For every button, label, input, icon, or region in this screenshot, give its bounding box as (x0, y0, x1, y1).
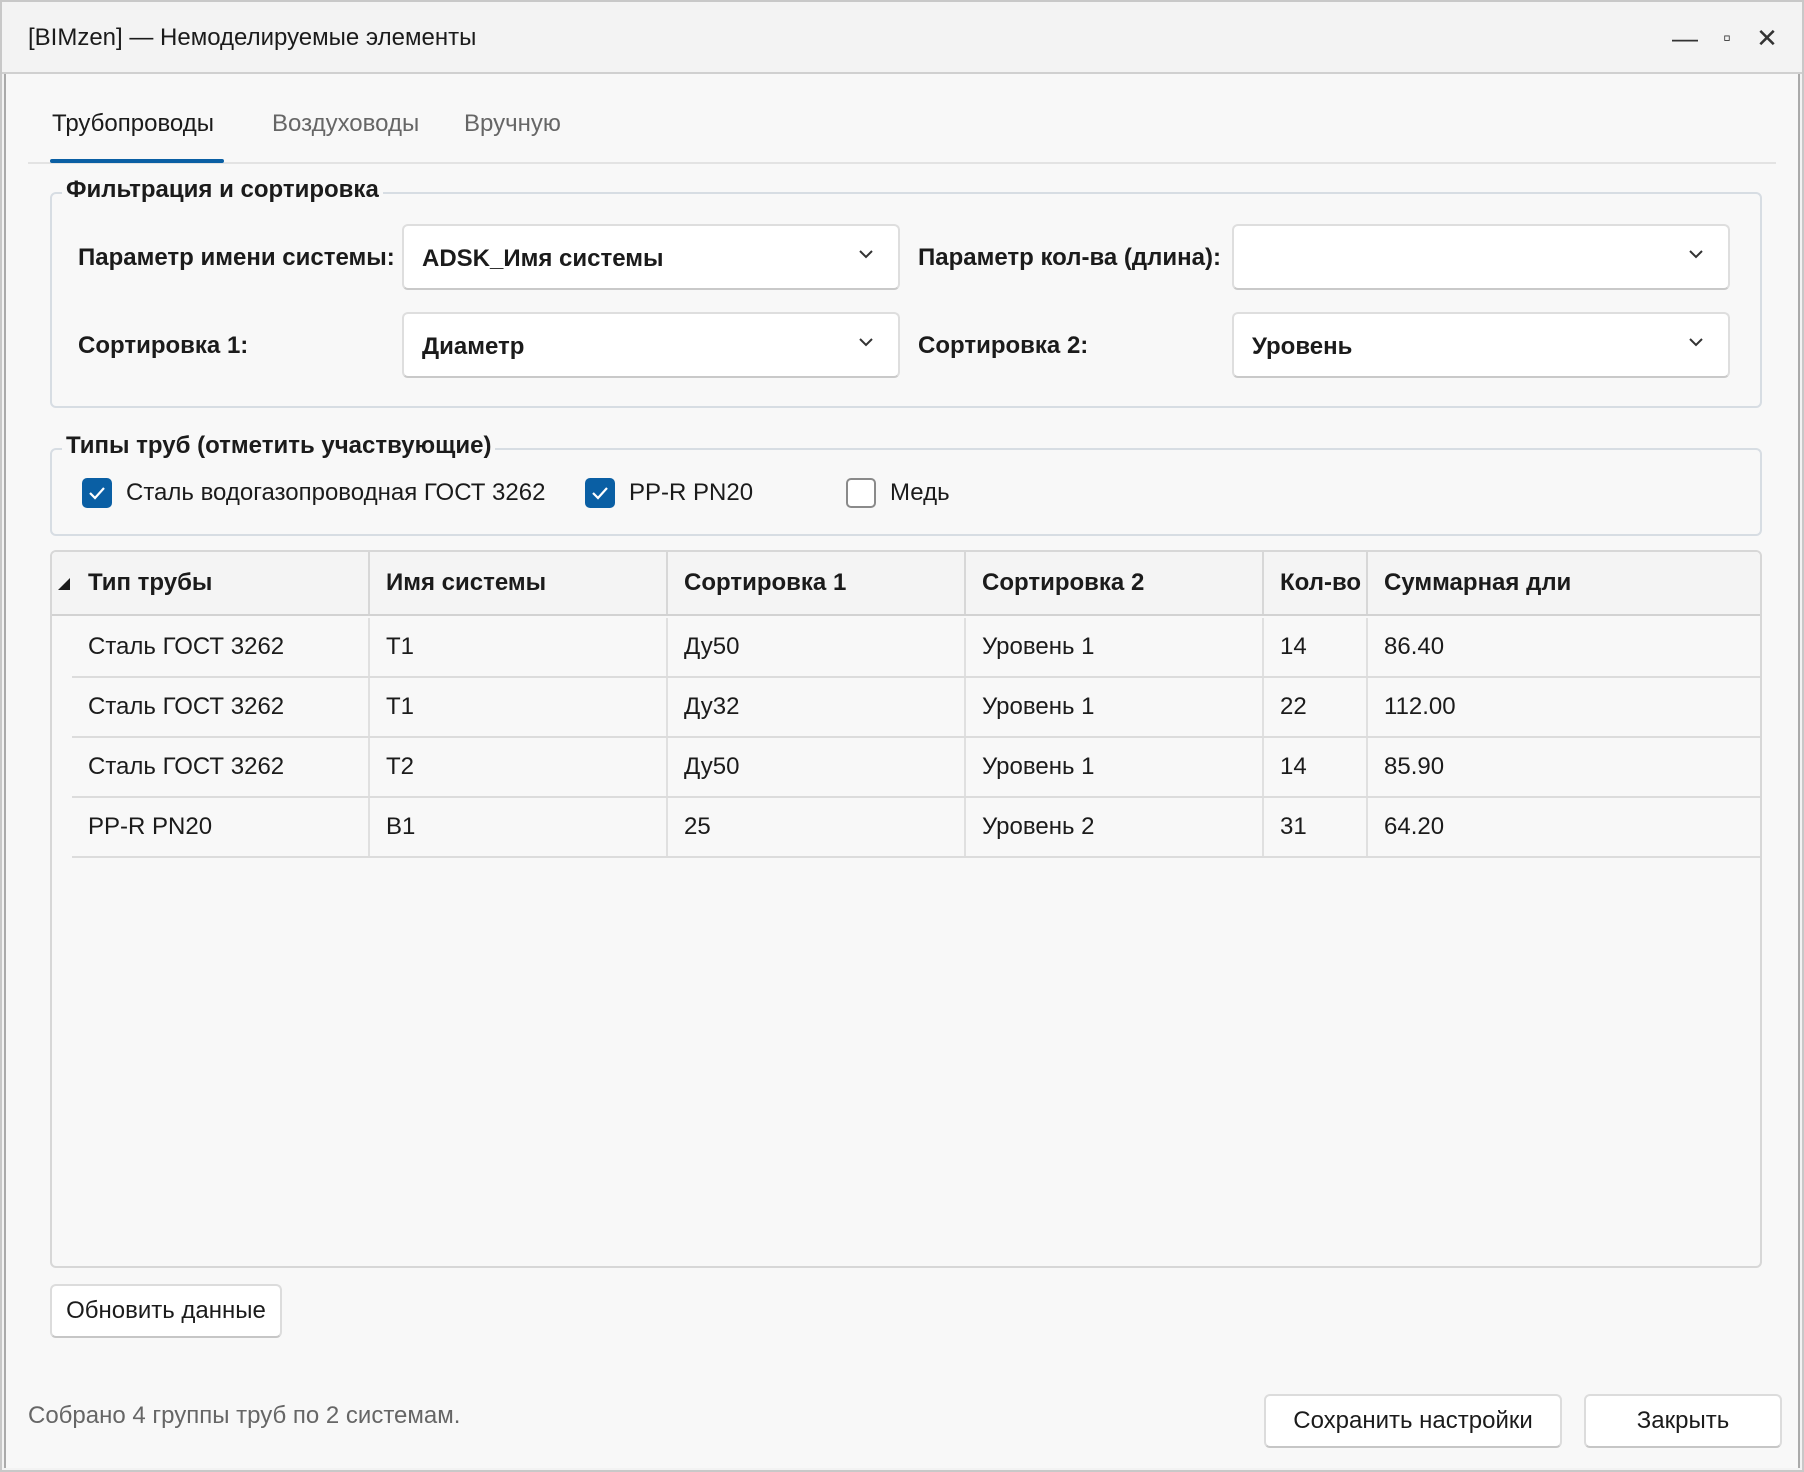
pipes-data-grid[interactable]: Тип трубы Имя системы Сортировка 1 Сорти… (50, 550, 1762, 1268)
chevron-down-icon (859, 338, 873, 347)
sort1-label: Сортировка 1: (78, 332, 249, 359)
pipe-type-copper-checkbox[interactable]: Медь (846, 476, 950, 510)
cell-sort2: Уровень 2 (966, 798, 1264, 856)
table-row[interactable]: Сталь ГОСТ 3262 Т1 Ду32 Уровень 1 22 112… (72, 678, 1760, 738)
cell-total-length: 85.90 (1368, 738, 1760, 796)
close-button[interactable]: Закрыть (1584, 1394, 1782, 1448)
window-title: [BIMzen] — Немоделируемые элементы (28, 24, 477, 51)
cell-sort1: Ду32 (668, 678, 966, 736)
tab-ducts[interactable]: Воздуховоды (272, 110, 419, 138)
sort2-combo[interactable]: Уровень (1232, 312, 1730, 378)
cell-qty: 22 (1264, 678, 1368, 736)
column-header-pipe-type[interactable]: Тип трубы (72, 552, 370, 614)
tab-manual[interactable]: Вручную (464, 110, 561, 138)
table-row[interactable]: Сталь ГОСТ 3262 Т1 Ду50 Уровень 1 14 86.… (72, 618, 1760, 678)
cell-qty: 14 (1264, 618, 1368, 676)
minimize-button[interactable]: — (1662, 16, 1708, 60)
cell-system-name: В1 (370, 798, 668, 856)
cell-pipe-type: Сталь ГОСТ 3262 (72, 738, 370, 796)
sort2-label: Сортировка 2: (918, 332, 1089, 359)
refresh-data-button[interactable]: Обновить данные (50, 1284, 282, 1338)
pipe-types-legend: Типы труб (отметить участвующие) (62, 432, 496, 460)
tab-strip: Трубопроводы Воздуховоды Вручную (28, 104, 1776, 164)
cell-total-length: 112.00 (1368, 678, 1760, 736)
table-row[interactable]: PP-R PN20 В1 25 Уровень 2 31 64.20 (72, 798, 1760, 858)
cell-system-name: Т1 (370, 618, 668, 676)
cell-sort2: Уровень 1 (966, 618, 1264, 676)
sort2-value: Уровень (1252, 333, 1353, 360)
sort-triangle-icon (58, 578, 70, 590)
system-param-combo[interactable]: ADSK_Имя системы (402, 224, 900, 290)
cell-pipe-type: Сталь ГОСТ 3262 (72, 618, 370, 676)
checkbox-unchecked-icon[interactable] (846, 478, 876, 508)
close-window-button[interactable]: ✕ (1744, 16, 1790, 60)
cell-sort2: Уровень 1 (966, 678, 1264, 736)
pipe-type-label: Медь (890, 479, 950, 506)
sort1-combo[interactable]: Диаметр (402, 312, 900, 378)
system-param-label: Параметр имени системы: (78, 244, 395, 271)
chevron-down-icon (1689, 250, 1703, 259)
qty-param-label: Параметр кол-ва (длина): (918, 244, 1221, 271)
cell-system-name: Т1 (370, 678, 668, 736)
column-header-sort1[interactable]: Сортировка 1 (668, 552, 966, 614)
filter-sort-group: Фильтрация и сортировка Параметр имени с… (50, 176, 1762, 408)
chevron-down-icon (1689, 338, 1703, 347)
chevron-down-icon (859, 250, 873, 259)
pipe-type-label: Сталь водогазопроводная ГОСТ 3262 (126, 479, 546, 506)
column-header-qty[interactable]: Кол-во (1264, 552, 1368, 614)
system-param-value: ADSK_Имя системы (422, 245, 664, 272)
grid-header: Тип трубы Имя системы Сортировка 1 Сорти… (52, 552, 1760, 616)
status-text: Собрано 4 группы труб по 2 системам. (28, 1402, 461, 1429)
pipe-type-steel-checkbox[interactable]: Сталь водогазопроводная ГОСТ 3262 (82, 476, 545, 510)
column-header-total-length[interactable]: Суммарная дли (1368, 552, 1760, 614)
cell-pipe-type: PP-R PN20 (72, 798, 370, 856)
cell-sort1: Ду50 (668, 738, 966, 796)
main-panel: Трубопроводы Воздуховоды Вручную Фильтра… (4, 74, 1800, 1468)
cell-qty: 31 (1264, 798, 1368, 856)
cell-total-length: 86.40 (1368, 618, 1760, 676)
checkbox-checked-icon[interactable] (82, 478, 112, 508)
qty-param-combo[interactable] (1232, 224, 1730, 290)
title-bar[interactable]: [BIMzen] — Немоделируемые элементы — ▫ ✕ (2, 2, 1802, 74)
sort1-value: Диаметр (422, 333, 525, 360)
cell-sort2: Уровень 1 (966, 738, 1264, 796)
cell-system-name: Т2 (370, 738, 668, 796)
tab-pipes[interactable]: Трубопроводы (52, 110, 214, 138)
table-row[interactable]: Сталь ГОСТ 3262 Т2 Ду50 Уровень 1 14 85.… (72, 738, 1760, 798)
pipe-types-group: Типы труб (отметить участвующие) Сталь в… (50, 432, 1762, 536)
filter-sort-legend: Фильтрация и сортировка (62, 176, 383, 204)
cell-sort1: Ду50 (668, 618, 966, 676)
cell-pipe-type: Сталь ГОСТ 3262 (72, 678, 370, 736)
app-window: [BIMzen] — Немоделируемые элементы — ▫ ✕… (0, 0, 1804, 1472)
column-header-system-name[interactable]: Имя системы (370, 552, 668, 614)
column-header-sort2[interactable]: Сортировка 2 (966, 552, 1264, 614)
cell-qty: 14 (1264, 738, 1368, 796)
save-settings-button[interactable]: Сохранить настройки (1264, 1394, 1562, 1448)
active-tab-indicator (50, 159, 224, 163)
pipe-type-ppr-checkbox[interactable]: PP-R PN20 (585, 476, 753, 510)
cell-total-length: 64.20 (1368, 798, 1760, 856)
pipe-type-label: PP-R PN20 (629, 479, 754, 506)
checkbox-checked-icon[interactable] (585, 478, 615, 508)
cell-sort1: 25 (668, 798, 966, 856)
